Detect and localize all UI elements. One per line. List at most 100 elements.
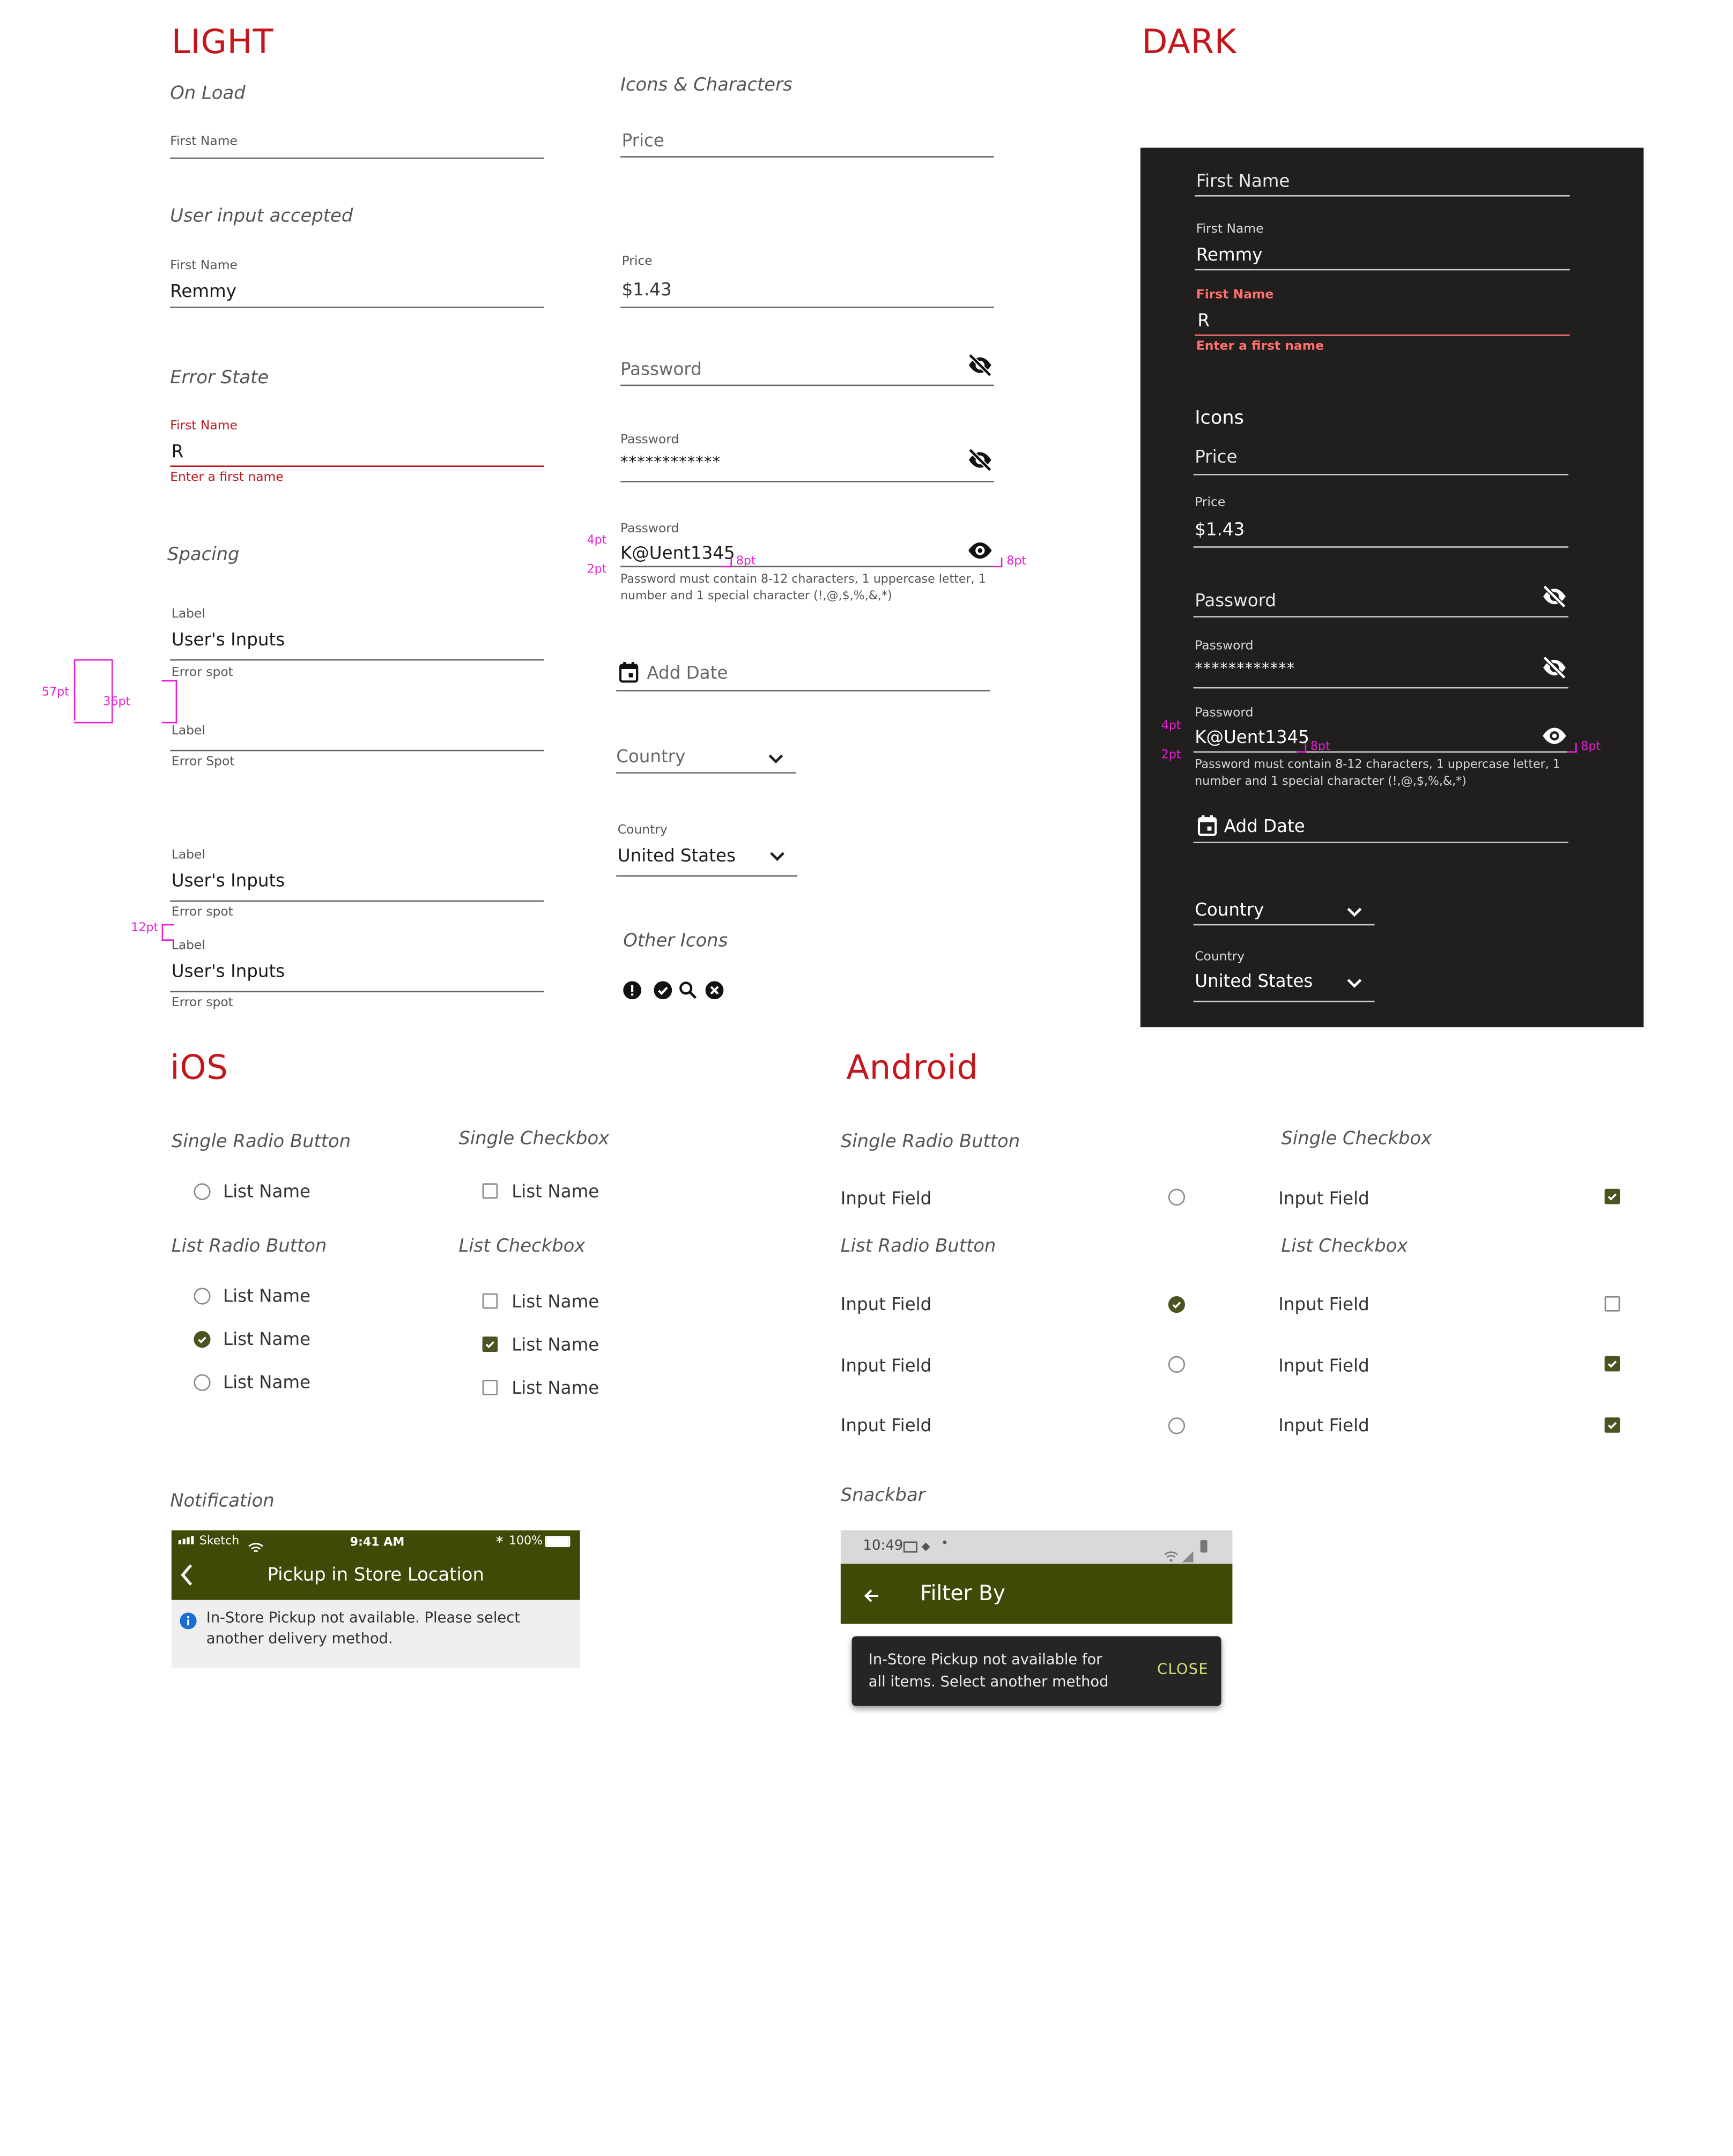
icons-characters-title: Icons & Characters <box>620 75 793 96</box>
annotation-8pt: 8pt <box>736 554 756 569</box>
eye-icon[interactable] <box>1539 723 1569 748</box>
android-single-radio[interactable] <box>1168 1188 1185 1206</box>
android-list-checkbox-checked[interactable] <box>1604 1356 1620 1372</box>
password-value[interactable]: K@Uent1345 <box>1195 726 1309 747</box>
ios-list-checkbox[interactable] <box>482 1293 498 1309</box>
country-placeholder[interactable]: Country <box>616 746 685 767</box>
password-help-text: Password must contain 8-12 characters, 1… <box>1195 758 1560 789</box>
android-list-radio[interactable] <box>1168 1356 1185 1373</box>
password-underline <box>620 384 994 386</box>
android-list-checkbox[interactable] <box>1604 1296 1620 1312</box>
country-value[interactable]: United States <box>1195 970 1313 991</box>
snackbar-close-button[interactable]: CLOSE <box>1157 1661 1209 1678</box>
android-list-checkbox-checked[interactable] <box>1604 1417 1620 1433</box>
spacing-value[interactable]: User's Inputs <box>172 960 285 981</box>
dot-icon: • <box>940 1537 949 1551</box>
price-value[interactable]: $1.43 <box>1195 518 1245 539</box>
on-load-title: On Load <box>170 84 246 105</box>
ios-list-check-label: List Name <box>512 1290 599 1312</box>
signal-icon <box>178 1536 194 1544</box>
spacing-label: Label <box>171 939 205 954</box>
first-name-value[interactable]: Remmy <box>170 280 236 301</box>
annotation-2pt: 2pt <box>1161 748 1181 763</box>
chevron-down-icon[interactable] <box>1344 902 1363 921</box>
spacing-label: Label <box>171 849 205 863</box>
price-value[interactable]: $1.43 <box>622 279 672 300</box>
password-value[interactable]: K@Uent1345 <box>620 542 735 563</box>
android-list-radio[interactable] <box>1168 1417 1185 1434</box>
password-label: Password <box>620 433 679 448</box>
first-name-value[interactable]: Remmy <box>1196 244 1263 265</box>
chevron-down-icon[interactable] <box>765 748 784 768</box>
chevron-down-icon[interactable] <box>767 846 786 865</box>
alert-icon <box>622 980 641 999</box>
spacing-error: Error Spot <box>171 755 235 770</box>
first-name-error-value[interactable]: R <box>172 441 184 462</box>
password-masked-value[interactable]: ************ <box>1195 659 1295 678</box>
android-single-checkbox-checked[interactable] <box>1604 1188 1620 1205</box>
error-message: Enter a first name <box>1196 340 1324 354</box>
ios-list-check-label: List Name <box>512 1377 599 1398</box>
password-underline <box>620 480 994 482</box>
ios-list-checkbox-checked[interactable] <box>482 1336 498 1352</box>
calendar-icon[interactable] <box>618 660 640 683</box>
other-icons-title: Other Icons <box>623 931 728 952</box>
eye-icon[interactable] <box>965 538 995 563</box>
android-single-check-label: Input Field <box>1278 1187 1369 1209</box>
first-name-placeholder[interactable]: First Name <box>1196 170 1290 191</box>
check-circle-icon <box>653 980 672 999</box>
spacing-error: Error spot <box>171 666 233 680</box>
first-name-error-value[interactable]: R <box>1197 309 1210 330</box>
annotation-4pt: 4pt <box>1161 719 1181 733</box>
ios-list-check-label: List Name <box>512 1334 599 1355</box>
price-underline <box>1193 546 1568 548</box>
style-guide-canvas: LIGHT DARK On Load First Name User input… <box>0 0 1733 2156</box>
eye-off-icon[interactable] <box>965 448 995 473</box>
android-list-check-title: List Checkbox <box>1281 1236 1408 1258</box>
spacing-underline[interactable] <box>170 749 544 752</box>
annotation-4pt: 4pt <box>587 533 607 548</box>
price-placeholder[interactable]: Price <box>1195 446 1237 467</box>
ios-single-radio[interactable] <box>194 1183 211 1200</box>
dark-section-title: DARK <box>1142 22 1237 62</box>
battery-icon <box>1200 1540 1208 1553</box>
add-date-placeholder[interactable]: Add Date <box>1224 815 1305 836</box>
password-masked-value[interactable]: ************ <box>620 453 721 471</box>
ios-single-radio-title: Single Radio Button <box>171 1132 351 1153</box>
android-list-radio-title: List Radio Button <box>840 1236 996 1258</box>
chevron-down-icon[interactable] <box>1344 973 1363 992</box>
android-list-radio-selected[interactable] <box>1168 1296 1185 1313</box>
status-time: 9:41 AM <box>350 1536 405 1550</box>
country-value[interactable]: United States <box>618 845 736 866</box>
calendar-icon[interactable] <box>1196 814 1219 836</box>
error-message: Enter a first name <box>170 471 284 485</box>
eye-off-icon[interactable] <box>1539 584 1569 609</box>
password-placeholder[interactable]: Password <box>620 358 702 379</box>
ios-single-checkbox[interactable] <box>482 1183 498 1199</box>
snackbar-title: Snackbar <box>840 1485 925 1507</box>
cancel-icon <box>704 980 723 999</box>
light-section-title: LIGHT <box>171 22 274 62</box>
spacing-value[interactable]: User's Inputs <box>172 869 285 890</box>
eye-off-icon[interactable] <box>965 353 995 378</box>
eye-off-icon[interactable] <box>1539 655 1569 680</box>
ios-section-title: iOS <box>170 1048 228 1087</box>
annotation-8pt: 8pt <box>1581 740 1601 754</box>
first-name-input-underline[interactable] <box>170 157 544 159</box>
price-placeholder[interactable]: Price <box>622 130 664 151</box>
ios-list-radio[interactable] <box>194 1288 211 1305</box>
password-underline <box>1193 616 1568 618</box>
ios-list-checkbox[interactable] <box>482 1380 498 1395</box>
spacing-value[interactable]: User's Inputs <box>172 629 285 650</box>
android-single-radio-title: Single Radio Button <box>840 1132 1020 1153</box>
ios-list-radio[interactable] <box>194 1374 211 1391</box>
country-placeholder[interactable]: Country <box>1195 899 1264 920</box>
password-placeholder[interactable]: Password <box>1195 590 1276 611</box>
add-date-placeholder[interactable]: Add Date <box>647 662 728 683</box>
spacing-label: Label <box>171 607 205 622</box>
android-single-check-title: Single Checkbox <box>1281 1129 1432 1150</box>
back-arrow-icon[interactable] <box>863 1583 879 1610</box>
price-label: Price <box>621 255 653 269</box>
status-carrier: Sketch <box>199 1534 240 1549</box>
ios-list-radio-selected[interactable] <box>194 1331 211 1348</box>
